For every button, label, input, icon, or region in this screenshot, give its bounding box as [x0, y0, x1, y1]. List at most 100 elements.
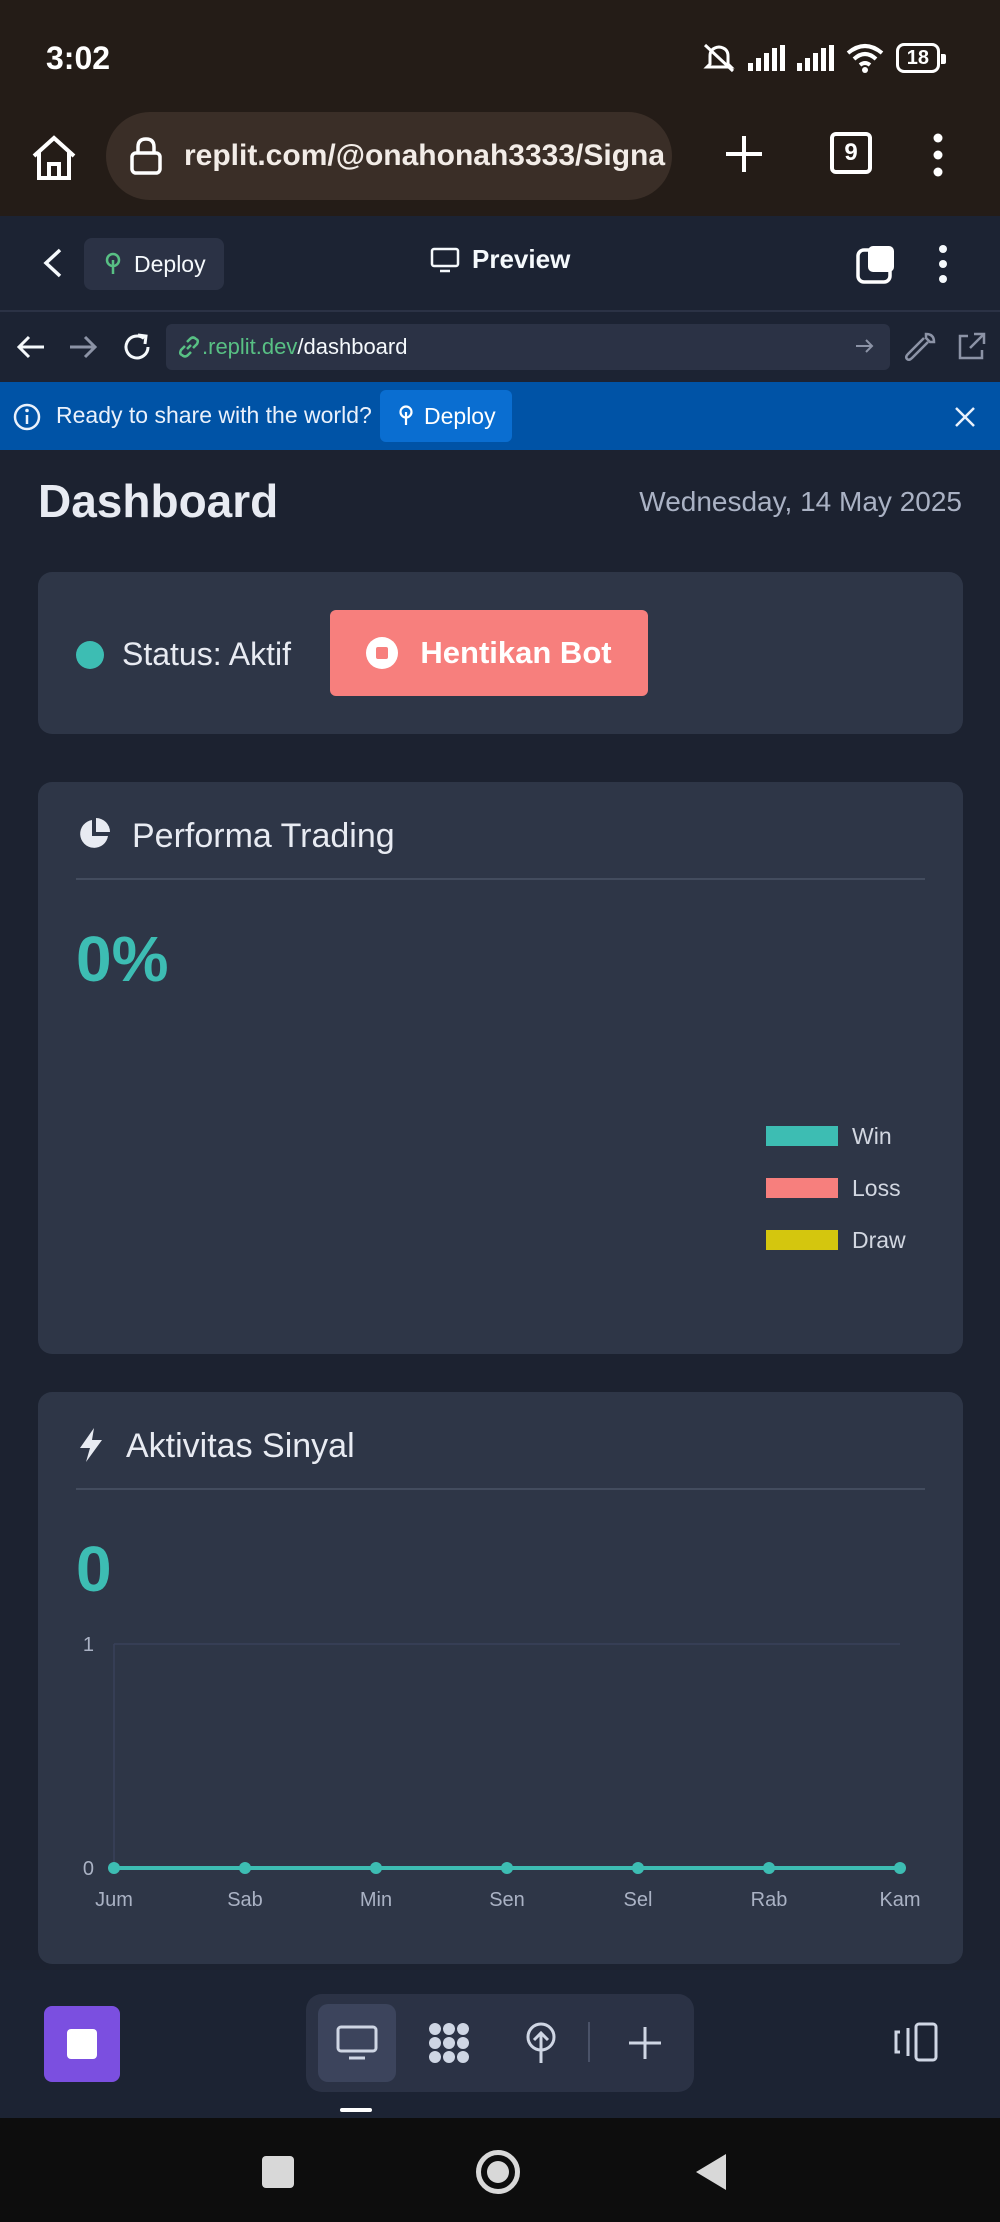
legend-item[interactable]: Loss: [766, 1162, 906, 1214]
performance-header: Performa Trading: [76, 816, 925, 880]
refresh-icon[interactable]: [120, 330, 154, 364]
home-button[interactable]: [476, 2150, 520, 2194]
deploy-tool-button[interactable]: [502, 2004, 580, 2082]
page-date: Wednesday, 14 May 2025: [639, 486, 962, 517]
workspace-grid-icon: [429, 2023, 469, 2063]
add-tool-button[interactable]: [606, 2004, 684, 2082]
data-point: [501, 1862, 513, 1874]
y-tick-label: 0: [83, 1858, 94, 1880]
recents-button[interactable]: [262, 2156, 294, 2188]
preview-tool-button[interactable]: [318, 2004, 396, 2082]
deploy-icon: [526, 2022, 556, 2063]
webview-url-field[interactable]: .replit.dev /dashboard: [166, 324, 890, 370]
status-indicator: [76, 641, 104, 669]
performance-title: Performa Trading: [132, 817, 395, 855]
back-icon[interactable]: [38, 246, 68, 280]
x-tick-label: Jum: [95, 1889, 133, 1911]
activity-title: Aktivitas Sinyal: [126, 1427, 355, 1465]
layout-toggle-icon[interactable]: [892, 2020, 942, 2064]
stop-bot-button[interactable]: Hentikan Bot: [330, 610, 648, 696]
legend-swatch: [766, 1126, 838, 1146]
x-tick-label: Kam: [879, 1889, 920, 1911]
activity-line-chart: 0 1 Jum Sab Min Sen Sel Rab Kam: [83, 1634, 921, 1911]
x-tick-label: Min: [360, 1889, 392, 1911]
address-url: replit.com/@onahonah3333/Signa: [184, 139, 666, 172]
deploy-label: Deploy: [134, 250, 206, 277]
legend-item[interactable]: Win: [766, 1110, 906, 1162]
legend-label: Win: [852, 1122, 892, 1149]
banner-text: Ready to share with the world?: [56, 402, 372, 428]
x-tick-label: Sel: [624, 1889, 653, 1911]
x-tick-label: Sen: [489, 1889, 525, 1911]
nav-forward-icon[interactable]: [66, 330, 100, 364]
lightning-icon: [80, 1428, 102, 1462]
performance-card: Performa Trading 0% Win Loss Draw: [38, 782, 963, 1354]
webview-navbar: .replit.dev /dashboard: [0, 312, 1000, 382]
signal-icon: [747, 45, 785, 71]
active-indicator: [340, 2108, 372, 2112]
link-icon: [178, 336, 200, 358]
activity-value: 0: [76, 1533, 112, 1605]
status-icons: 18: [702, 42, 947, 74]
tab-switcher-button[interactable]: 9: [830, 132, 872, 174]
status-text: Status: Aktif: [122, 636, 291, 672]
replit-bottom-toolbar: [0, 1970, 1000, 2118]
workspace-tool-button[interactable]: [410, 2004, 488, 2082]
lock-icon: [130, 137, 162, 175]
more-icon[interactable]: [930, 242, 956, 286]
plus-icon: [629, 2027, 661, 2059]
address-bar[interactable]: replit.com/@onahonah3333/Signa: [106, 112, 672, 200]
monitor-icon: [336, 2025, 378, 2060]
back-button[interactable]: [696, 2154, 726, 2190]
home-icon[interactable]: [28, 132, 80, 184]
open-new-window-icon[interactable]: [954, 330, 988, 364]
tool-switcher: [306, 1994, 694, 2092]
battery-indicator: 18: [895, 43, 947, 73]
activity-card: Aktivitas Sinyal 0 0 1 Jum Sab Min Sen Sel Rab K…: [38, 1392, 963, 1964]
x-tick-label: Rab: [751, 1889, 788, 1911]
page-title: Dashboard: [38, 475, 279, 527]
browser-menu-icon[interactable]: [922, 130, 954, 180]
status-time: 3:02: [46, 40, 111, 76]
banner-deploy-label: Deploy: [424, 402, 496, 429]
wifi-icon: [846, 44, 884, 73]
toolbar-divider: [588, 2022, 590, 2062]
data-point: [239, 1862, 251, 1874]
system-navigation-bar: [0, 2118, 1000, 2222]
legend-label: Draw: [852, 1226, 906, 1253]
y-tick-label: 1: [83, 1634, 94, 1656]
monitor-icon: [430, 247, 460, 272]
system-status-bar: 3:02 18: [0, 0, 1000, 108]
data-point: [763, 1862, 775, 1874]
data-point: [894, 1862, 906, 1874]
data-point: [370, 1862, 382, 1874]
preview-tab[interactable]: Preview: [430, 244, 570, 275]
stop-bot-label: Hentikan Bot: [420, 635, 612, 670]
mute-icon: [703, 43, 735, 73]
deploy-banner: Ready to share with the world? Deploy: [0, 382, 1000, 450]
info-icon: [13, 403, 41, 431]
replit-header: Deploy Preview: [0, 216, 1000, 312]
go-arrow-icon[interactable]: [852, 334, 876, 358]
close-icon[interactable]: [952, 404, 978, 430]
pie-chart-icon: [80, 818, 110, 848]
browser-toolbar: replit.com/@onahonah3333/Signa 9: [0, 108, 1000, 216]
deploy-button[interactable]: Deploy: [84, 238, 224, 290]
legend-swatch: [766, 1230, 838, 1250]
new-tab-icon[interactable]: [718, 128, 770, 180]
nav-back-icon[interactable]: [14, 330, 48, 364]
stop-run-button[interactable]: [44, 2006, 120, 2082]
data-point: [108, 1862, 120, 1874]
dashboard-page: Dashboard Wednesday, 14 May 2025 Status:…: [0, 450, 1000, 1970]
performance-value: 0%: [76, 923, 169, 995]
status-card: Status: Aktif Hentikan Bot: [38, 572, 963, 734]
tabs-icon[interactable]: [856, 244, 896, 284]
preview-label: Preview: [472, 244, 571, 274]
x-tick-label: Sab: [227, 1889, 263, 1911]
legend-item[interactable]: Draw: [766, 1214, 906, 1266]
legend-label: Loss: [852, 1174, 901, 1201]
devtools-wrench-icon[interactable]: [904, 330, 938, 364]
banner-deploy-button[interactable]: Deploy: [380, 390, 512, 442]
deploy-icon: [399, 405, 413, 425]
url-path: /dashboard: [297, 334, 408, 359]
